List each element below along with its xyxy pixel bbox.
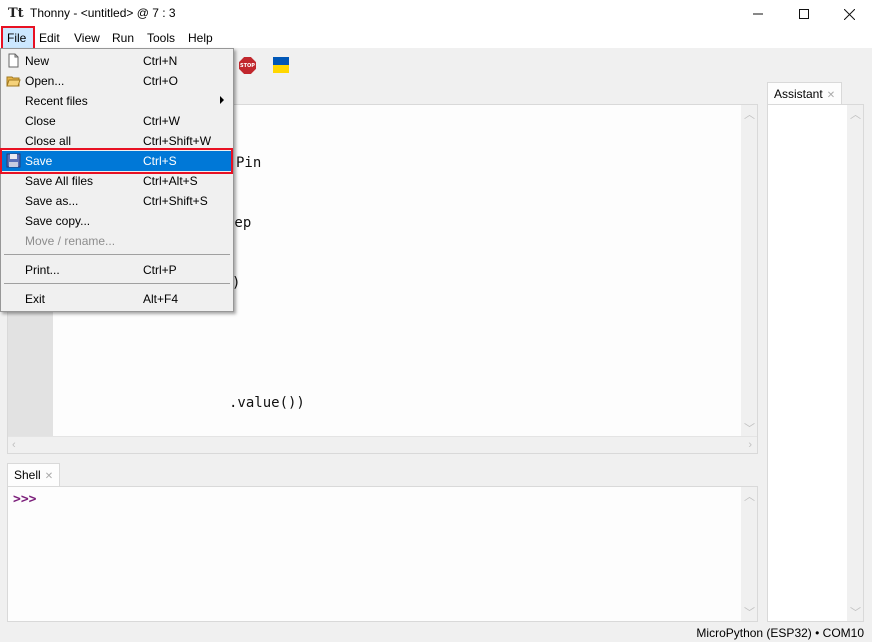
menu-run[interactable]: Run xyxy=(112,31,134,45)
maximize-icon xyxy=(799,9,809,19)
editor-horizontal-scrollbar[interactable]: ‹ › xyxy=(8,436,757,453)
shell-prompt: >>> xyxy=(13,492,37,507)
scroll-left-icon[interactable]: ‹ xyxy=(12,439,16,451)
close-icon xyxy=(843,8,855,20)
code-text[interactable]: Pin eep ) .value()) xyxy=(226,113,305,453)
assistant-vertical-scrollbar[interactable]: ︿ ﹀ xyxy=(847,105,863,621)
close-tab-icon[interactable]: ✕ xyxy=(827,90,835,101)
menu-help[interactable]: Help xyxy=(188,31,213,45)
code-line: eep xyxy=(226,215,252,231)
highlight-box-save-item xyxy=(0,148,233,174)
scroll-down-icon[interactable]: ﹀ xyxy=(744,607,755,619)
code-line: .value()) xyxy=(229,395,305,411)
minimize-button[interactable] xyxy=(735,0,781,28)
ukraine-flag-icon[interactable] xyxy=(273,57,289,73)
menu-view[interactable]: View xyxy=(74,31,100,45)
status-bar: MicroPython (ESP32) • COM10 xyxy=(0,622,872,642)
scroll-up-icon[interactable]: ︿ xyxy=(850,109,861,121)
menu-item-open[interactable]: Open... Ctrl+O xyxy=(2,71,232,91)
menu-item-recent-files[interactable]: Recent files xyxy=(2,91,232,111)
editor-vertical-scrollbar[interactable]: ︿ ﹀ xyxy=(741,105,757,437)
scroll-up-icon[interactable]: ︿ xyxy=(744,491,755,503)
folder-open-icon xyxy=(6,76,21,87)
shell-panel[interactable]: >>> ︿ ﹀ xyxy=(7,486,758,622)
assistant-panel: ︿ ﹀ xyxy=(767,104,864,622)
submenu-arrow-icon xyxy=(220,96,224,104)
menu-item-save-as[interactable]: Save as... Ctrl+Shift+S xyxy=(2,191,232,211)
scroll-up-icon[interactable]: ︿ xyxy=(744,109,755,121)
menu-bar: File Edit View Run Tools Help xyxy=(0,28,872,48)
menu-item-new[interactable]: New Ctrl+N xyxy=(2,51,232,71)
stop-icon[interactable]: STOP xyxy=(239,57,256,74)
code-line: Pin xyxy=(236,155,262,171)
menu-separator xyxy=(4,254,230,255)
maximize-button[interactable] xyxy=(781,0,827,28)
tab-assistant[interactable]: Assistant ✕ xyxy=(767,82,843,105)
scroll-down-icon[interactable]: ﹀ xyxy=(744,423,755,435)
title-bar: Tt Thonny - <untitled> @ 7 : 3 xyxy=(0,0,872,28)
assistant-tab-label: Assistant xyxy=(774,87,823,101)
scroll-right-icon[interactable]: › xyxy=(748,439,752,451)
thonny-app-icon: Tt xyxy=(8,6,24,21)
close-tab-icon[interactable]: ✕ xyxy=(45,471,53,482)
shell-vertical-scrollbar[interactable]: ︿ ﹀ xyxy=(741,487,757,621)
window-title: Thonny - <untitled> @ 7 : 3 xyxy=(30,6,176,20)
highlight-box-file-menu xyxy=(1,26,35,50)
tab-shell[interactable]: Shell ✕ xyxy=(7,463,61,486)
menu-item-close[interactable]: Close Ctrl+W xyxy=(2,111,232,131)
menu-item-move-rename: Move / rename... xyxy=(25,234,116,248)
new-file-icon xyxy=(8,53,19,68)
file-menu-dropdown: New Ctrl+N Open... Ctrl+O Recent files C… xyxy=(0,48,234,312)
minimize-icon xyxy=(753,13,763,15)
interpreter-status[interactable]: MicroPython (ESP32) • COM10 xyxy=(696,626,864,640)
menu-edit[interactable]: Edit xyxy=(39,31,60,45)
menu-item-exit[interactable]: Exit Alt+F4 xyxy=(2,289,232,309)
menu-tools[interactable]: Tools xyxy=(147,31,175,45)
menu-item-save-all-files[interactable]: Save All files Ctrl+Alt+S xyxy=(2,171,232,191)
flag-top-stripe xyxy=(273,57,289,65)
code-line: ) xyxy=(232,275,241,291)
shell-tab-label: Shell xyxy=(14,468,41,482)
menu-item-save-copy[interactable]: Save copy... xyxy=(2,211,232,231)
menu-item-print[interactable]: Print... Ctrl+P xyxy=(2,260,232,280)
flag-bottom-stripe xyxy=(273,65,289,73)
menu-separator xyxy=(4,283,230,284)
close-button[interactable] xyxy=(826,0,872,28)
scroll-down-icon[interactable]: ﹀ xyxy=(850,607,861,619)
